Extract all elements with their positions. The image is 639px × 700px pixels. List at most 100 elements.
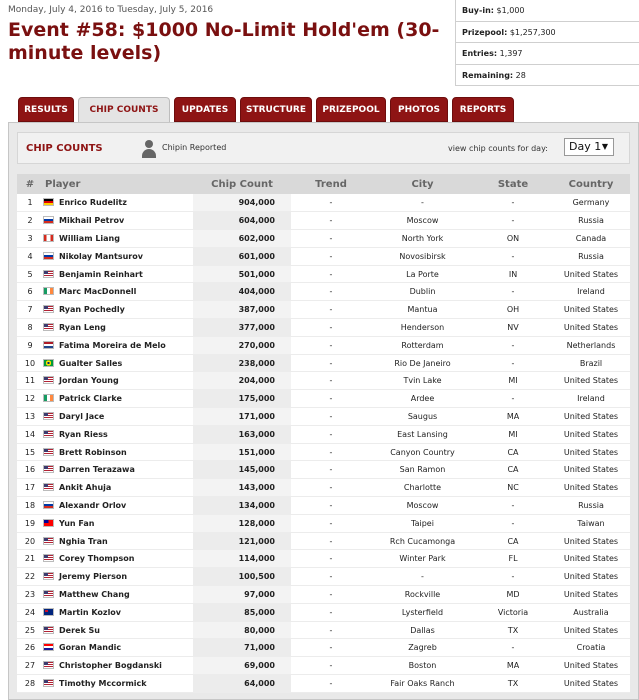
player-name[interactable]: Goran Mandic bbox=[59, 643, 121, 652]
chip-count-cell: 377,000 bbox=[193, 318, 291, 337]
player-name[interactable]: Enrico Rudelitz bbox=[59, 198, 127, 207]
player-name[interactable]: Gualter Salles bbox=[59, 359, 122, 368]
entries-row: Entries: 1,397 bbox=[456, 43, 639, 65]
player-cell[interactable]: Enrico Rudelitz bbox=[43, 194, 193, 213]
player-cell[interactable]: Alexandr Orlov bbox=[43, 496, 193, 515]
flag-us-icon bbox=[43, 269, 54, 278]
player-cell[interactable]: Benjamin Reinhart bbox=[43, 265, 193, 284]
player-cell[interactable]: Nghia Tran bbox=[43, 532, 193, 551]
state-cell-text: CA bbox=[507, 465, 519, 475]
player-cell[interactable]: Ryan Riess bbox=[43, 425, 193, 444]
flag-us-icon bbox=[43, 411, 54, 420]
player-cell[interactable]: Patrick Clarke bbox=[43, 389, 193, 409]
country-cell-text: Germany bbox=[572, 198, 610, 208]
col-state[interactable]: State bbox=[474, 174, 552, 194]
player-cell[interactable]: Jeremy Pierson bbox=[43, 567, 193, 587]
player-name[interactable]: Marc MacDonnell bbox=[59, 287, 136, 296]
player-cell[interactable]: Ankit Ahuja bbox=[43, 478, 193, 498]
chip-count-cell-text: 145,000 bbox=[238, 465, 275, 475]
col-chip-count[interactable]: Chip Count bbox=[193, 174, 291, 194]
player-name[interactable]: Jeremy Pierson bbox=[59, 572, 127, 581]
player-name[interactable]: Nghia Tran bbox=[59, 537, 108, 546]
player-cell[interactable]: Ryan Pochedly bbox=[43, 300, 193, 320]
player-name[interactable]: Timothy Mccormick bbox=[59, 679, 147, 688]
player-cell[interactable]: Fatima Moreira de Melo bbox=[43, 336, 193, 355]
player-name[interactable]: Corey Thompson bbox=[59, 554, 134, 563]
player-name[interactable]: William Liang bbox=[59, 234, 120, 243]
player-name[interactable]: Yun Fan bbox=[59, 519, 94, 528]
player-name[interactable]: Patrick Clarke bbox=[59, 394, 122, 403]
player-cell[interactable]: Marc MacDonnell bbox=[43, 282, 193, 302]
player-cell[interactable]: Christopher Bogdanski bbox=[43, 656, 193, 676]
player-cell[interactable]: Corey Thompson bbox=[43, 549, 193, 569]
player-name[interactable]: Mikhail Petrov bbox=[59, 216, 124, 225]
player-name[interactable]: Alexandr Orlov bbox=[59, 501, 126, 510]
table-row: 14 Ryan Riess 163,000 - East Lansing MI United… bbox=[17, 425, 630, 444]
tab-chip-counts[interactable]: CHIP COUNTS bbox=[78, 97, 170, 124]
tab-reports[interactable]: REPORTS bbox=[452, 97, 514, 122]
tab-results[interactable]: RESULTS bbox=[18, 97, 74, 122]
country-cell: United States bbox=[552, 265, 630, 284]
player-name[interactable]: Daryl Jace bbox=[59, 412, 104, 421]
player-name[interactable]: Darren Terazawa bbox=[59, 465, 135, 474]
rank-cell-text: 25 bbox=[24, 625, 36, 635]
player-cell[interactable]: Goran Mandic bbox=[43, 638, 193, 658]
player-name[interactable]: Ryan Leng bbox=[59, 323, 106, 332]
rank-cell-text: 22 bbox=[24, 572, 36, 582]
col-city[interactable]: City bbox=[371, 174, 474, 194]
player-cell[interactable]: Derek Su bbox=[43, 621, 193, 640]
country-cell: Canada bbox=[552, 229, 630, 248]
player-cell[interactable]: Nikolay Mantsurov bbox=[43, 247, 193, 266]
city-cell: North York bbox=[371, 229, 474, 248]
player-cell[interactable]: Gualter Salles bbox=[43, 354, 193, 373]
player-name[interactable]: Brett Robinson bbox=[59, 448, 127, 457]
remaining-row: Remaining: 28 bbox=[456, 65, 639, 87]
flag-us-icon bbox=[43, 589, 54, 598]
tab-structure[interactable]: STRUCTURE bbox=[240, 97, 312, 122]
player-name[interactable]: Benjamin Reinhart bbox=[59, 270, 143, 279]
chip-count-cell: 71,000 bbox=[193, 638, 291, 658]
tab-prizepool[interactable]: PRIZEPOOL bbox=[316, 97, 386, 122]
player-cell[interactable]: Martin Kozlov bbox=[43, 603, 193, 622]
player-cell[interactable]: Daryl Jace bbox=[43, 407, 193, 426]
player-cell[interactable]: Jordan Young bbox=[43, 371, 193, 391]
player-cell[interactable]: Matthew Chang bbox=[43, 585, 193, 604]
trend-cell: - bbox=[291, 496, 371, 515]
country-cell: Brazil bbox=[552, 354, 630, 373]
player-cell[interactable]: Timothy Mccormick bbox=[43, 674, 193, 693]
rank-cell: 8 bbox=[17, 318, 43, 337]
col-rank[interactable]: # bbox=[17, 174, 43, 194]
state-cell: - bbox=[474, 567, 552, 587]
rank-cell: 10 bbox=[17, 354, 43, 373]
player-cell[interactable]: Mikhail Petrov bbox=[43, 211, 193, 231]
tab-photos[interactable]: PHOTOS bbox=[390, 97, 448, 122]
player-cell[interactable]: Ryan Leng bbox=[43, 318, 193, 337]
player-name[interactable]: Ryan Pochedly bbox=[59, 305, 125, 314]
player-name[interactable]: Nikolay Mantsurov bbox=[59, 252, 143, 261]
player-name[interactable]: Fatima Moreira de Melo bbox=[59, 341, 166, 350]
player-name[interactable]: Derek Su bbox=[59, 626, 100, 635]
country-cell: United States bbox=[552, 656, 630, 676]
player-name[interactable]: Matthew Chang bbox=[59, 590, 130, 599]
chip-count-cell: 69,000 bbox=[193, 656, 291, 676]
table-row: 18 Alexandr Orlov 134,000 - Moscow - Russia bbox=[17, 496, 630, 515]
player-name[interactable]: Ryan Riess bbox=[59, 430, 108, 439]
col-trend[interactable]: Trend bbox=[291, 174, 371, 194]
player-name[interactable]: Martin Kozlov bbox=[59, 608, 121, 617]
country-cell-text: United States bbox=[563, 269, 619, 279]
city-cell-text: Fair Oaks Ranch bbox=[390, 678, 455, 688]
col-player[interactable]: Player bbox=[43, 174, 193, 194]
player-cell[interactable]: William Liang bbox=[43, 229, 193, 248]
player-cell[interactable]: Darren Terazawa bbox=[43, 460, 193, 480]
day-select[interactable]: Day 1 ▼ bbox=[564, 138, 614, 156]
state-cell: - bbox=[474, 282, 552, 302]
tab-updates[interactable]: UPDATES bbox=[174, 97, 236, 122]
trend-cell: - bbox=[291, 567, 371, 587]
city-cell-text: Rch Cucamonga bbox=[389, 536, 456, 546]
col-country[interactable]: Country bbox=[552, 174, 630, 194]
player-name[interactable]: Christopher Bogdanski bbox=[59, 661, 162, 670]
player-name[interactable]: Ankit Ahuja bbox=[59, 483, 111, 492]
player-name[interactable]: Jordan Young bbox=[59, 376, 119, 385]
player-cell[interactable]: Brett Robinson bbox=[43, 443, 193, 462]
player-cell[interactable]: Yun Fan bbox=[43, 514, 193, 533]
